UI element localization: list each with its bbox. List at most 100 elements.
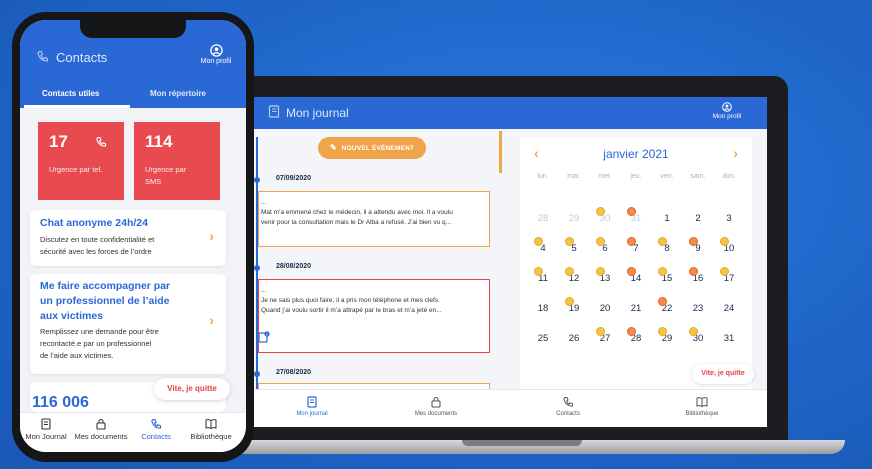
laptop-profile-button[interactable]: Mon profil bbox=[707, 102, 747, 120]
calendar-day[interactable]: 8 bbox=[652, 237, 682, 271]
calendar-day[interactable]: 2 bbox=[683, 213, 713, 241]
victim-support-card[interactable]: Me faire accompagner par un professionne… bbox=[30, 274, 226, 374]
calendar-day[interactable]: 20 bbox=[590, 303, 620, 331]
weekday-label: dim. bbox=[722, 173, 736, 180]
timeline-dot bbox=[254, 265, 260, 271]
phone-icon bbox=[151, 418, 162, 429]
nav-item-library[interactable]: Bibliothèque bbox=[180, 418, 242, 441]
calendar-day[interactable]: 17 bbox=[714, 267, 744, 301]
laptop-page-title: Mon journal bbox=[286, 106, 349, 120]
day-number: 29 bbox=[568, 213, 580, 224]
scroll-indicator[interactable] bbox=[499, 131, 502, 173]
journal-icon bbox=[268, 105, 280, 118]
pencil-icon: ✎ bbox=[329, 143, 337, 152]
calendar-day[interactable]: 21 bbox=[621, 303, 651, 331]
nav-item-documents[interactable]: Mes documents bbox=[396, 396, 476, 417]
card-title: aux victimes bbox=[40, 310, 104, 322]
weekday-label: ven. bbox=[660, 173, 674, 180]
calendar-day[interactable]: 11 bbox=[528, 267, 558, 301]
weekday-label: mer. bbox=[598, 173, 612, 180]
calendar-day[interactable]: 14 bbox=[621, 267, 651, 301]
nav-item-library[interactable]: Bibliothèque bbox=[662, 396, 742, 417]
nav-label: Mes documents bbox=[414, 411, 458, 417]
phone-screen: Contacts Mon profil Contacts utiles Mon … bbox=[20, 20, 246, 452]
timeline-dot bbox=[254, 177, 260, 183]
nav-item-contacts[interactable]: Contacts bbox=[136, 418, 176, 441]
calendar-day[interactable]: 15 bbox=[652, 267, 682, 301]
calendar-day[interactable]: 16 bbox=[683, 267, 713, 301]
laptop-hinge-notch bbox=[462, 440, 582, 446]
urgency-label: Urgence par tel. bbox=[49, 165, 103, 174]
entry-text-line: ... bbox=[261, 199, 267, 206]
calendar-day[interactable]: 13 bbox=[590, 267, 620, 301]
calendar-day[interactable]: 26 bbox=[559, 333, 589, 361]
phone-bottom-nav: Mon Journal Mes documents Contacts Bibli… bbox=[20, 412, 246, 452]
calendar-day[interactable]: 25 bbox=[528, 333, 558, 361]
weekday-label: lun. bbox=[537, 173, 549, 180]
calendar-day[interactable]: 31 bbox=[621, 207, 651, 241]
calendar-day[interactable]: 24 bbox=[714, 303, 744, 331]
calendar-day[interactable]: 29 bbox=[652, 327, 682, 361]
anonymous-chat-card[interactable]: Chat anonyme 24h/24 Discutez en toute co… bbox=[30, 210, 226, 266]
calendar-day[interactable]: 30 bbox=[590, 207, 620, 241]
day-number: 23 bbox=[692, 303, 704, 314]
calendar-day[interactable]: 9 bbox=[683, 237, 713, 271]
chevron-right-icon: › bbox=[209, 228, 214, 244]
day-number: 28 bbox=[537, 213, 549, 224]
quick-exit-button[interactable]: Vite, je quitte bbox=[154, 378, 230, 400]
phone-profile-button[interactable]: Mon profil bbox=[194, 44, 238, 65]
calendar-day[interactable]: 31 bbox=[714, 333, 744, 361]
calendar-day[interactable]: 30 bbox=[683, 327, 713, 361]
journal-entry[interactable]: ... Mat m’a emmené chez le médecin, il a… bbox=[258, 191, 490, 247]
calendar-day[interactable]: 23 bbox=[683, 303, 713, 331]
mood-emoji-icon bbox=[565, 267, 574, 276]
calendar-day[interactable]: 27 bbox=[590, 327, 620, 361]
calendar-day[interactable]: 4 bbox=[528, 237, 558, 271]
calendar-day[interactable]: 29 bbox=[559, 213, 589, 241]
calendar-day[interactable]: 1 bbox=[652, 213, 682, 241]
calendar-day[interactable]: 10 bbox=[714, 237, 744, 271]
entry-text-line: Mat m’a emmené chez le médecin, il a att… bbox=[261, 209, 453, 216]
calendar-day[interactable]: 12 bbox=[559, 267, 589, 301]
attachment-icon[interactable]: 1 bbox=[258, 331, 270, 343]
laptop-profile-label: Mon profil bbox=[712, 113, 742, 120]
mood-emoji-icon bbox=[534, 267, 543, 276]
card-text: recontacté.e par un professionnel bbox=[40, 339, 152, 348]
calendar-day[interactable]: 5 bbox=[559, 237, 589, 271]
journal-icon bbox=[41, 418, 51, 430]
nav-item-journal[interactable]: Mon Journal bbox=[22, 418, 70, 441]
new-event-label: NOUVEL ÉVÉNEMENT bbox=[341, 145, 415, 152]
phone-icon bbox=[563, 397, 573, 407]
calendar-day[interactable]: 19 bbox=[559, 297, 589, 331]
mood-emoji-icon bbox=[596, 327, 605, 336]
calendar-day[interactable]: 3 bbox=[714, 213, 744, 241]
calendar-day[interactable]: 22 bbox=[652, 297, 682, 331]
chevron-right-icon[interactable]: › bbox=[733, 145, 738, 161]
calendar-day[interactable]: 28 bbox=[621, 327, 651, 361]
weekday-label: sam. bbox=[690, 173, 706, 180]
calendar-day[interactable]: 28 bbox=[528, 213, 558, 241]
mood-emoji-icon bbox=[658, 237, 667, 246]
card-title: Me faire accompagner par bbox=[40, 280, 171, 292]
urgency-call-card[interactable]: 17 Urgence par tel. bbox=[38, 122, 124, 200]
entry-text-line: venir pour la consultation mais le Dr Al… bbox=[261, 219, 452, 226]
mood-emoji-icon bbox=[534, 237, 543, 246]
mood-emoji-icon bbox=[627, 207, 636, 216]
tab-useful-contacts[interactable]: Contacts utiles bbox=[42, 89, 99, 98]
calendar-day[interactable]: 6 bbox=[590, 237, 620, 271]
new-event-button[interactable]: ✎ NOUVEL ÉVÉNEMENT bbox=[318, 137, 426, 159]
journal-icon bbox=[307, 396, 317, 408]
tab-my-directory[interactable]: Mon répertoire bbox=[150, 89, 206, 98]
nav-label: Mon journal bbox=[296, 411, 328, 417]
nav-item-contacts[interactable]: Contacts bbox=[528, 396, 608, 417]
laptop-bottom-nav: Mon journal Mes documents Contacts Bibli… bbox=[252, 389, 767, 427]
urgency-sms-card[interactable]: 114 Urgence par SMS bbox=[134, 122, 220, 200]
nav-item-journal[interactable]: Mon journal bbox=[272, 396, 352, 417]
quick-exit-button[interactable]: Vite, je quitte bbox=[692, 364, 754, 384]
entry-text-line: Je ne sais plus quoi faire, il a pris mo… bbox=[261, 297, 440, 304]
urgency-label: Urgence par SMS bbox=[145, 164, 186, 188]
journal-entry[interactable]: ... Je ne sais plus quoi faire, il a pri… bbox=[258, 279, 490, 353]
calendar-day[interactable]: 7 bbox=[621, 237, 651, 271]
calendar-day[interactable]: 18 bbox=[528, 303, 558, 331]
nav-item-documents[interactable]: Mes documents bbox=[70, 418, 132, 441]
